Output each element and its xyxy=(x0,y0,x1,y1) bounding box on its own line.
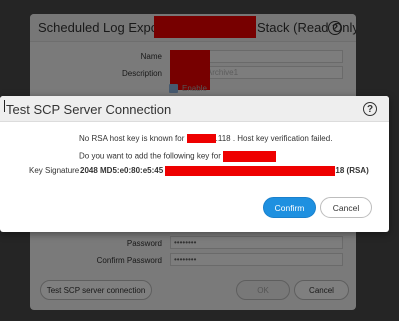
key-signature-label: Key Signature xyxy=(29,166,80,175)
redacted-block xyxy=(186,134,216,144)
modal-header: Test SCP Server Connection ? xyxy=(0,96,389,122)
message-suffix: .118 . Host key verification failed. xyxy=(215,134,333,143)
key-signature-value: 2048 MD5:e0:80:e5:45 18 (RSA) xyxy=(80,166,369,176)
text-cursor-icon xyxy=(4,100,7,112)
help-icon[interactable]: ? xyxy=(363,102,377,116)
add-key-question: Do you want to add the following key for xyxy=(79,151,277,162)
redacted-block xyxy=(223,151,277,162)
key-signature-suffix: 18 (RSA) xyxy=(335,166,369,176)
question-text: Do you want to add the following key for xyxy=(79,151,221,161)
test-scp-connection-modal: Test SCP Server Connection ? No RSA host… xyxy=(0,96,389,232)
modal-title: Test SCP Server Connection xyxy=(6,102,172,117)
host-key-message: No RSA host key is known for .118 . Host… xyxy=(79,134,333,144)
message-prefix: No RSA host key is known for xyxy=(79,134,185,143)
confirm-button[interactable]: Confirm xyxy=(263,197,316,218)
redacted-block xyxy=(165,166,336,176)
cancel-button[interactable]: Cancel xyxy=(320,197,372,218)
key-signature-prefix: 2048 MD5:e0:80:e5:45 xyxy=(80,166,164,176)
